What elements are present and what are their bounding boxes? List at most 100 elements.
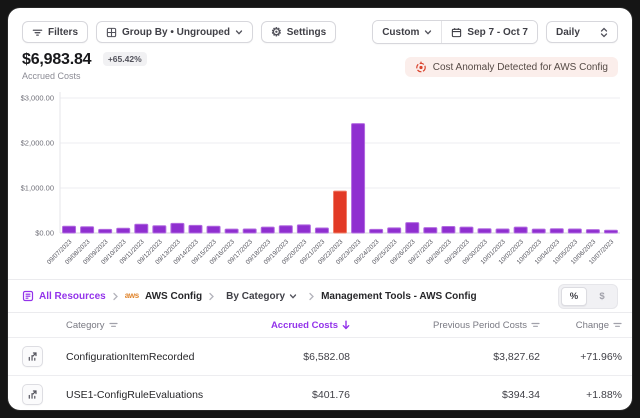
breadcrumb-grouping-label: By Category <box>226 291 285 302</box>
cost-bar-09/21/2023[interactable] <box>315 228 328 233</box>
settings-button[interactable]: ⚙ Settings <box>261 21 336 43</box>
cost-bar-09/08/2023[interactable] <box>81 227 94 233</box>
y-tick-label: $0.00 <box>35 229 54 238</box>
chevron-down-icon <box>424 28 432 36</box>
cost-bar-09/23/2023[interactable] <box>352 124 365 233</box>
filters-label: Filters <box>48 27 78 38</box>
group-by-button[interactable]: Group By • Ungrouped <box>96 21 253 43</box>
y-tick-label: $2,000.00 <box>21 139 54 148</box>
cost-bar-10/06/2023[interactable] <box>586 230 599 233</box>
column-change-label: Change <box>576 320 609 331</box>
breadcrumb: All Resources aws AWS Config By Category… <box>8 279 632 313</box>
column-change[interactable]: Change <box>576 320 622 331</box>
cost-bar-09/28/2023[interactable] <box>442 226 455 233</box>
cost-bar-09/24/2023[interactable] <box>370 229 383 233</box>
cost-bar-09/30/2023[interactable] <box>478 229 491 233</box>
breadcrumb-service: AWS Config <box>145 291 202 302</box>
total-cost-value: $6,983.84 <box>22 51 91 68</box>
table-body: ConfigurationItemRecorded $6,582.08 $3,827… <box>8 337 632 410</box>
sort-lines-icon <box>109 321 118 329</box>
cost-bar-09/13/2023[interactable] <box>171 223 184 233</box>
filter-icon <box>32 27 43 38</box>
percent-toggle-button[interactable]: % <box>561 287 587 306</box>
breadcrumb-grouping-dropdown[interactable]: By Category <box>221 288 302 305</box>
cost-bar-10/04/2023[interactable] <box>550 229 563 233</box>
granularity-select[interactable]: Daily <box>546 21 618 43</box>
chevron-right-icon <box>112 292 119 301</box>
column-category[interactable]: Category <box>66 320 204 331</box>
calendar-icon <box>451 27 462 38</box>
date-range-button[interactable]: Sep 7 - Oct 7 <box>441 21 537 43</box>
chevron-down-icon <box>289 292 297 300</box>
anomaly-pulse-icon <box>415 61 427 73</box>
table-row: USE1-ConfigRuleEvaluations$401.76$394.34… <box>8 375 632 410</box>
range-mode-label: Custom <box>382 27 419 38</box>
cost-bar-09/26/2023[interactable] <box>406 223 419 233</box>
cost-bar-09/27/2023[interactable] <box>424 228 437 233</box>
cost-bar-10/03/2023[interactable] <box>532 229 545 233</box>
cost-chart: $0.00$1,000.00$2,000.00$3,000.0009/07/20… <box>8 87 632 279</box>
range-mode-button[interactable]: Custom <box>373 21 441 43</box>
breadcrumb-all-resources[interactable]: All Resources <box>22 290 106 302</box>
cost-bar-09/12/2023[interactable] <box>153 226 166 233</box>
toolbar-right: Custom Sep 7 - Oct 7 Daily <box>372 20 618 44</box>
cost-bar-09/11/2023[interactable] <box>135 224 148 233</box>
dashboard-card: Filters Group By • Ungrouped ⚙ Settings … <box>8 8 632 410</box>
settings-label: Settings <box>287 27 326 38</box>
column-previous-period[interactable]: Previous Period Costs <box>433 320 540 331</box>
accrued-cost-cell: $6,582.08 <box>303 351 350 363</box>
column-previous-label: Previous Period Costs <box>433 320 527 331</box>
updown-chevrons-icon <box>600 27 608 38</box>
cost-bar-10/02/2023[interactable] <box>514 227 527 233</box>
sort-desc-arrow-icon <box>342 320 350 330</box>
cost-bar-10/01/2023[interactable] <box>496 229 509 233</box>
cost-bar-09/29/2023[interactable] <box>460 227 473 233</box>
chevron-right-icon <box>208 292 215 301</box>
y-tick-label: $3,000.00 <box>21 94 54 103</box>
filters-button[interactable]: Filters <box>22 21 88 43</box>
previous-cost-cell: $3,827.62 <box>493 351 540 363</box>
cost-bar-09/20/2023[interactable] <box>297 225 310 233</box>
cost-bar-09/09/2023[interactable] <box>99 229 112 233</box>
cost-bar-09/15/2023[interactable] <box>207 226 220 233</box>
cost-bar-10/05/2023[interactable] <box>568 229 581 233</box>
table-row: ConfigurationItemRecorded $6,582.08 $3,827… <box>8 337 632 375</box>
change-cell: +71.96% <box>580 351 622 363</box>
anomaly-bar-09/22/2023[interactable] <box>334 191 347 233</box>
cost-bar-09/14/2023[interactable] <box>189 225 202 233</box>
cost-bar-09/16/2023[interactable] <box>225 229 238 233</box>
kpi-block: $6,983.84 +65.42% Accrued Costs <box>22 51 147 81</box>
sort-lines-icon <box>613 321 622 329</box>
costs-table: Category Accrued Costs Previous Period C… <box>8 313 632 410</box>
cost-bar-09/07/2023[interactable] <box>63 226 76 233</box>
drill-down-button[interactable] <box>22 346 43 367</box>
breadcrumb-detail: Management Tools - AWS Config <box>321 291 477 302</box>
resources-report-icon <box>22 290 34 302</box>
anomaly-alert-text: Cost Anomaly Detected for AWS Config <box>433 62 608 73</box>
unit-toggle: % $ <box>558 284 618 309</box>
toolbar: Filters Group By • Ungrouped ⚙ Settings … <box>22 20 618 44</box>
category-cell: ConfigurationItemRecorded <box>66 351 204 363</box>
chevron-right-icon <box>308 292 315 301</box>
cost-bar-09/10/2023[interactable] <box>117 228 130 233</box>
cost-bar-09/18/2023[interactable] <box>261 227 274 233</box>
accrued-cost-cell: $401.76 <box>312 389 350 401</box>
grid-icon <box>106 27 117 38</box>
dollar-toggle-button[interactable]: $ <box>589 287 615 306</box>
table-header: Category Accrued Costs Previous Period C… <box>8 313 632 337</box>
cost-delta-badge: +65.42% <box>103 52 147 66</box>
cost-bar-09/25/2023[interactable] <box>388 228 401 233</box>
sort-lines-icon <box>531 321 540 329</box>
cost-bar-09/19/2023[interactable] <box>279 226 292 233</box>
breadcrumb-root-label: All Resources <box>39 291 106 302</box>
aws-logo-icon: aws <box>125 291 139 300</box>
y-tick-label: $1,000.00 <box>21 184 54 193</box>
gear-icon: ⚙ <box>271 26 282 38</box>
cost-bar-09/17/2023[interactable] <box>243 229 256 233</box>
cost-anomaly-alert[interactable]: Cost Anomaly Detected for AWS Config <box>405 57 618 77</box>
category-cell: USE1-ConfigRuleEvaluations <box>66 389 204 401</box>
cost-bar-10/07/2023[interactable] <box>604 230 617 233</box>
chevron-down-icon <box>235 28 243 36</box>
column-accrued-costs[interactable]: Accrued Costs <box>271 320 350 331</box>
drill-down-button[interactable] <box>22 384 43 405</box>
